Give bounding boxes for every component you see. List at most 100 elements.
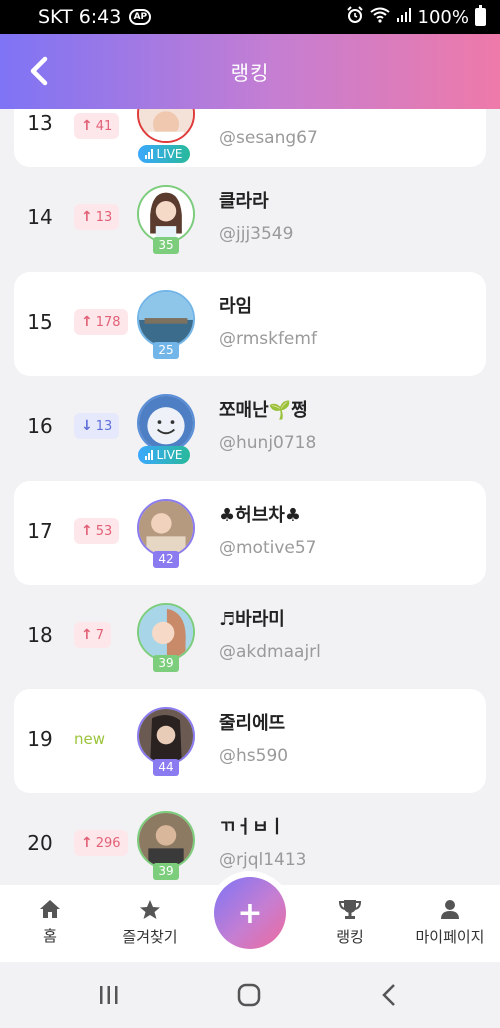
user-id: @motive57	[219, 538, 317, 558]
rank-number: 20	[27, 831, 53, 855]
signal-icon	[396, 7, 412, 28]
rank-number: 14	[27, 205, 53, 229]
rank-change-value: 7	[95, 627, 105, 643]
rank-new-label: new	[74, 730, 106, 748]
user-id: @rjql1413	[219, 850, 307, 870]
rank-change-badge: ↑ 13	[74, 204, 120, 230]
rank-number: 16	[27, 414, 53, 438]
nav-favorites-label: 즐겨찾기	[122, 928, 178, 946]
ranking-row[interactable]: 15 ↑ 178 25 라임 @rmskfemf	[0, 272, 500, 376]
nickname: ㄲㅓㅂㅣ	[219, 817, 286, 838]
level-badge: 35	[153, 237, 179, 254]
arrow-up-icon: ↑	[81, 118, 93, 134]
home-system-button[interactable]	[234, 982, 264, 1008]
ap-badge-icon: AP	[129, 9, 152, 25]
level-badge: 42	[153, 551, 179, 568]
rank-change-value: 53	[95, 523, 113, 539]
avatar[interactable]	[137, 109, 195, 143]
alarm-icon	[346, 5, 364, 29]
rank-change-badge: ↑ 41	[74, 113, 120, 139]
avatar[interactable]	[137, 603, 195, 661]
avatar[interactable]	[137, 811, 195, 869]
nickname: ♬바라미	[219, 609, 285, 630]
rank-number: 13	[27, 111, 53, 135]
ranking-list[interactable]: 13 ↑ 41 LIVE @sesang67 14 ↑ 13 35 클라라 @j…	[0, 109, 500, 885]
ranking-row[interactable]: 16 ↓ 13 LIVE 쪼매난🌱쩡 @hunj0718	[0, 376, 500, 480]
page-title: 랭킹	[230, 61, 270, 85]
nickname: 라임	[219, 296, 253, 317]
rank-change-badge: ↓ 13	[74, 413, 120, 439]
nickname: 클라라	[219, 191, 269, 212]
avatar[interactable]	[137, 290, 195, 348]
rank-change-value: 13	[95, 418, 113, 434]
battery-icon	[475, 5, 486, 26]
star-icon	[140, 900, 160, 919]
level-badge: 44	[153, 759, 179, 776]
user-id: @sesang67	[219, 128, 318, 148]
ranking-row[interactable]: 20 ↑ 296 39 ㄲㅓㅂㅣ @rjql1413	[0, 793, 500, 885]
trophy-icon	[338, 900, 362, 919]
rank-number: 18	[27, 623, 53, 647]
user-id: @jjj3549	[219, 224, 294, 244]
add-button[interactable]: +	[214, 877, 286, 949]
avatar[interactable]	[137, 394, 195, 452]
ranking-row[interactable]: 19 new 44 줄리에뜨 @hs590	[0, 689, 500, 793]
nav-ranking[interactable]: 랭킹	[300, 899, 400, 947]
back-button[interactable]	[22, 54, 56, 88]
nav-home-label: 홈	[43, 927, 57, 945]
ranking-row[interactable]: 18 ↑ 7 39 ♬바라미 @akdmaajrl	[0, 585, 500, 689]
home-circle-icon	[237, 983, 261, 1007]
rank-number: 17	[27, 519, 53, 543]
rank-number: 19	[27, 727, 53, 751]
battery-percent: 100%	[417, 6, 469, 28]
live-badge: LIVE	[138, 145, 190, 163]
carrier-time: SKT 6:43	[38, 6, 122, 28]
arrow-down-icon: ↓	[81, 418, 93, 434]
live-bars-icon	[145, 149, 154, 159]
recent-apps-button[interactable]	[94, 982, 124, 1008]
arrow-up-icon: ↑	[81, 627, 93, 643]
rank-change-badge: ↑ 7	[74, 622, 112, 648]
nickname: 쪼매난🌱쩡	[219, 400, 308, 421]
chevron-left-icon	[30, 56, 48, 86]
ranking-row[interactable]: 14 ↑ 13 35 클라라 @jjj3549	[0, 167, 500, 271]
rank-change-value: 41	[95, 118, 113, 134]
wifi-icon	[369, 7, 390, 28]
home-icon	[40, 900, 60, 918]
ranking-row[interactable]: 13 ↑ 41 LIVE @sesang67	[0, 109, 500, 167]
nav-home[interactable]: 홈	[0, 899, 100, 946]
user-id: @hs590	[219, 746, 289, 766]
nav-mypage-label: 마이페이지	[415, 928, 485, 946]
avatar[interactable]	[137, 707, 195, 765]
rank-change-value: 178	[95, 314, 121, 330]
arrow-up-icon: ↑	[81, 835, 93, 851]
rank-change-badge: ↑ 178	[74, 309, 128, 335]
rank-number: 15	[27, 310, 53, 334]
nickname: 줄리에뜨	[219, 713, 286, 734]
arrow-up-icon: ↑	[81, 314, 93, 330]
back-system-button[interactable]	[374, 982, 404, 1008]
user-id: @hunj0718	[219, 433, 317, 453]
status-bar: SKT 6:43 AP 100%	[0, 0, 500, 34]
nav-mypage[interactable]: 마이페이지	[400, 899, 500, 947]
live-label: LIVE	[156, 147, 183, 161]
rank-change-badge: ↑ 296	[74, 830, 128, 856]
ranking-row[interactable]: 17 ↑ 53 42 ♣허브차♣ @motive57	[0, 481, 500, 585]
live-badge: LIVE	[138, 446, 190, 464]
avatar[interactable]	[137, 499, 195, 557]
rank-change-value: 296	[95, 835, 121, 851]
avatar[interactable]	[137, 185, 195, 243]
recent-apps-icon	[100, 986, 118, 1004]
nickname: ♣허브차♣	[219, 505, 301, 526]
rank-change-badge: ↑ 53	[74, 518, 120, 544]
back-chevron-icon	[382, 984, 395, 1006]
nav-ranking-label: 랭킹	[336, 928, 364, 946]
level-badge: 39	[153, 655, 179, 672]
nav-favorites[interactable]: 즐겨찾기	[100, 899, 200, 947]
rank-change-value: 13	[95, 209, 113, 225]
app-header: 랭킹	[0, 34, 500, 109]
arrow-up-icon: ↑	[81, 523, 93, 539]
bottom-nav: 홈 즐겨찾기 + 랭킹 마이페이지	[0, 877, 500, 962]
system-nav-bar	[0, 962, 500, 1028]
level-badge: 39	[153, 863, 179, 880]
